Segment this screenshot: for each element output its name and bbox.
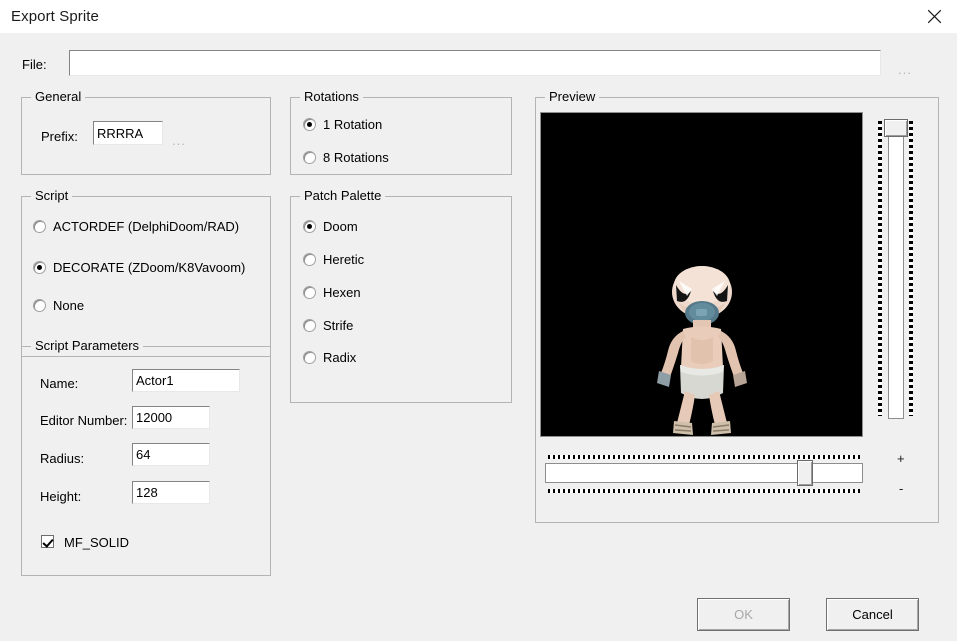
mf-solid-checkbox[interactable] [41, 535, 54, 548]
radio-palette-hexen-label[interactable]: Hexen [323, 286, 361, 300]
radio-palette-strife[interactable] [303, 319, 316, 332]
export-sprite-dialog: Export Sprite File: ... General Prefix: … [0, 0, 957, 641]
radio-palette-heretic-label[interactable]: Heretic [323, 253, 364, 267]
editor-number-input[interactable] [132, 406, 210, 429]
slider-channel-vertical[interactable] [888, 119, 904, 419]
slider-channel-horizontal[interactable] [545, 463, 863, 483]
general-group-title: General [31, 90, 86, 104]
zoom-in-label[interactable]: + [897, 452, 905, 465]
radio-script-actordef-label[interactable]: ACTORDEF (DelphiDoom/RAD) [53, 220, 239, 234]
radius-input[interactable] [132, 443, 210, 466]
cancel-button[interactable]: Cancel [826, 598, 919, 631]
slider-thumb-vertical[interactable] [884, 119, 908, 137]
radio-palette-hexen[interactable] [303, 286, 316, 299]
slider-ticks-top [548, 455, 860, 459]
ok-button[interactable]: OK [697, 598, 790, 631]
patch-palette-group-title: Patch Palette [300, 189, 386, 203]
sprite-preview-canvas[interactable] [540, 112, 863, 437]
script-parameters-group-title: Script Parameters [31, 339, 144, 353]
radio-palette-radix-label[interactable]: Radix [323, 351, 356, 365]
editor-number-label: Editor Number: [40, 413, 128, 428]
prefix-label: Prefix: [41, 129, 78, 144]
height-input[interactable] [132, 481, 210, 504]
name-input[interactable] [132, 369, 240, 392]
radio-script-actordef[interactable] [33, 220, 46, 233]
dialog-client-area: File: ... General Prefix: ... Script ACT… [0, 33, 957, 641]
radio-palette-doom-label[interactable]: Doom [323, 220, 358, 234]
slider-ticks-bottom [548, 489, 860, 493]
radio-palette-doom[interactable] [303, 220, 316, 233]
radio-rotations-8[interactable] [303, 151, 316, 164]
name-label: Name: [40, 376, 79, 391]
preview-group-title: Preview [545, 90, 600, 104]
slider-ticks-right [909, 121, 913, 416]
file-browse-button[interactable]: ... [898, 63, 912, 76]
sprite-image [643, 265, 761, 436]
mf-solid-label[interactable]: MF_SOLID [64, 536, 129, 550]
slider-ticks-left [878, 121, 882, 416]
radio-script-decorate[interactable] [33, 261, 46, 274]
file-label: File: [22, 57, 47, 72]
radio-palette-radix[interactable] [303, 351, 316, 364]
radius-label: Radius: [40, 451, 85, 466]
close-button[interactable] [911, 0, 957, 32]
radio-rotations-1[interactable] [303, 118, 316, 131]
radio-script-none-label[interactable]: None [53, 299, 84, 313]
height-label: Height: [40, 489, 82, 504]
rotations-group-title: Rotations [300, 90, 363, 104]
title-bar: Export Sprite [0, 0, 957, 34]
zoom-out-label[interactable]: - [899, 482, 903, 495]
radio-rotations-8-label[interactable]: 8 Rotations [323, 151, 389, 165]
slider-thumb-horizontal[interactable] [797, 460, 813, 486]
window-title: Export Sprite [11, 8, 100, 25]
radio-rotations-1-label[interactable]: 1 Rotation [323, 118, 382, 132]
close-icon [927, 9, 942, 24]
radio-palette-heretic[interactable] [303, 253, 316, 266]
prefix-input[interactable] [93, 121, 163, 145]
prefix-browse-button[interactable]: ... [172, 134, 186, 147]
radio-script-none[interactable] [33, 299, 46, 312]
script-group-title: Script [31, 189, 73, 203]
radio-palette-strife-label[interactable]: Strife [323, 319, 353, 333]
file-input[interactable] [69, 50, 881, 76]
radio-script-decorate-label[interactable]: DECORATE (ZDoom/K8Vavoom) [53, 261, 245, 275]
